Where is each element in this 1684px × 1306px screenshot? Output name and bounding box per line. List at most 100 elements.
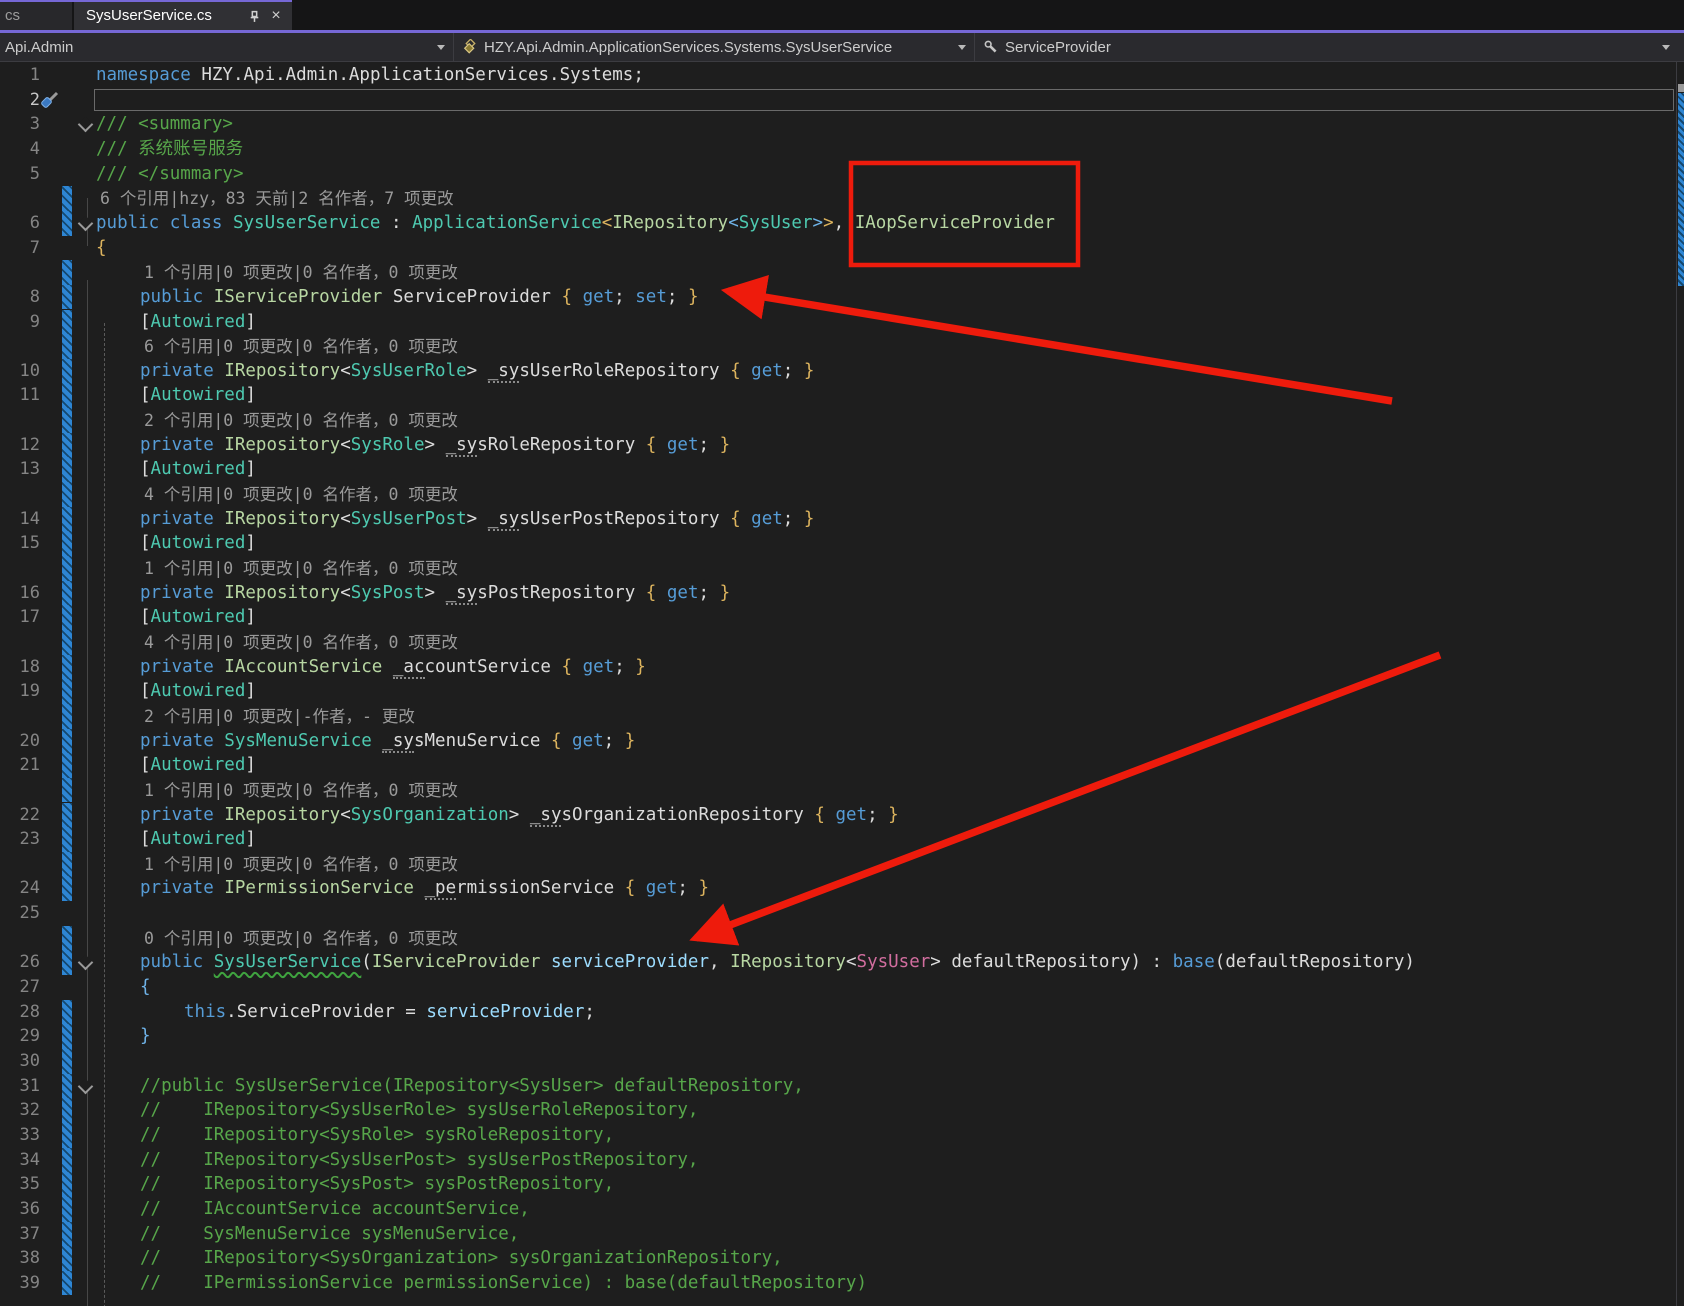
code-editor[interactable]: 1 namespace HZY.Api.Admin.ApplicationServ… [0, 62, 1684, 1306]
line-number[interactable]: 12 [0, 433, 40, 458]
code-line[interactable]: 38 // IRepository<SysOrganization> sysOrg… [0, 1246, 1684, 1271]
line-number[interactable]: 25 [0, 901, 40, 926]
line-number[interactable]: 34 [0, 1148, 40, 1173]
code-line[interactable]: 25 [0, 901, 1684, 926]
line-number[interactable]: 18 [0, 655, 40, 680]
fold-chevron-icon[interactable] [77, 1078, 94, 1094]
fold-chevron-icon[interactable] [77, 117, 94, 133]
line-number[interactable]: 2 [0, 88, 40, 113]
pin-icon[interactable] [246, 8, 262, 24]
code-line[interactable]: 36 // IAccountService accountService, [0, 1196, 1684, 1222]
code-line[interactable]: 23 [Autowired] [0, 827, 1684, 852]
line-number[interactable]: 6 [0, 211, 40, 236]
code-line[interactable]: 9 [Autowired] [0, 309, 1684, 335]
line-number[interactable]: 26 [0, 950, 40, 975]
code-line[interactable]: 12 private IRepository<SysRole> _sysRoleR… [0, 432, 1684, 458]
line-number[interactable]: 4 [0, 137, 40, 162]
tab-overflow-fragment[interactable]: cs [0, 2, 72, 30]
codelens-row[interactable]: 6 个引用|hzy，83 天前|2 名作者，7 项更改 [0, 186, 1684, 211]
fold-chevron-icon[interactable] [77, 955, 94, 971]
code-line[interactable]: 5 /// </summary> [0, 162, 1684, 187]
codelens-row[interactable]: 4 个引用|0 项更改|0 名作者，0 项更改 [0, 482, 1684, 507]
line-number[interactable]: 36 [0, 1197, 40, 1222]
code-line[interactable]: 3 /// <summary> [0, 112, 1684, 137]
code-line[interactable]: 34 // IRepository<SysUserPost> sysUserPos… [0, 1147, 1684, 1173]
line-number[interactable]: 27 [0, 975, 40, 1000]
codelens-row[interactable]: 1 个引用|0 项更改|0 名作者，0 项更改 [0, 556, 1684, 581]
code-line[interactable]: 7{ [0, 236, 1684, 261]
line-number[interactable]: 1 [0, 63, 40, 88]
line-number[interactable]: 8 [0, 285, 40, 310]
code-line[interactable]: 2 [0, 88, 1684, 113]
line-number[interactable]: 24 [0, 876, 40, 901]
line-number[interactable]: 15 [0, 531, 40, 556]
code-line[interactable]: 10 private IRepository<SysUserRole> _sysU… [0, 358, 1684, 384]
line-number[interactable]: 14 [0, 507, 40, 532]
codelens-row[interactable]: 1 个引用|0 项更改|0 名作者，0 项更改 [0, 777, 1684, 803]
code-line[interactable]: 6 public class SysUserService : Applicati… [0, 210, 1684, 236]
line-number[interactable]: 11 [0, 383, 40, 408]
line-number[interactable]: 31 [0, 1074, 40, 1099]
scrollbar-caret-mark[interactable] [1678, 84, 1684, 92]
line-number[interactable]: 10 [0, 359, 40, 384]
breadcrumb-member-dropdown[interactable]: ServiceProvider [975, 33, 1684, 61]
code-line[interactable]: 30 [0, 1049, 1684, 1074]
line-number[interactable]: 17 [0, 605, 40, 630]
line-number[interactable]: 20 [0, 729, 40, 754]
code-line[interactable]: 24 private IPermissionService _permission… [0, 876, 1684, 902]
line-number[interactable]: 22 [0, 803, 40, 828]
fold-chevron-icon[interactable] [77, 215, 94, 232]
code-line[interactable]: 14 private IRepository<SysUserPost> _sysU… [0, 506, 1684, 532]
line-number[interactable]: 7 [0, 236, 40, 261]
codelens-text[interactable]: 1 个引用|0 项更改|0 名作者，0 项更改 [144, 852, 458, 877]
line-number[interactable]: 5 [0, 162, 40, 187]
tab-sysuserservice[interactable]: SysUserService.cs × [74, 2, 292, 30]
code-line[interactable]: 20 private SysMenuService _sysMenuService… [0, 728, 1684, 754]
code-line[interactable]: 35 // IRepository<SysPost> sysPostReposit… [0, 1172, 1684, 1197]
line-number[interactable]: 16 [0, 581, 40, 606]
code-line[interactable]: 13 [Autowired] [0, 457, 1684, 483]
line-number[interactable]: 23 [0, 827, 40, 852]
codelens-row[interactable]: 0 个引用|0 项更改|0 名作者，0 项更改 [0, 925, 1684, 951]
line-number[interactable]: 21 [0, 753, 40, 778]
close-icon[interactable]: × [268, 7, 284, 24]
codelens-text[interactable]: 4 个引用|0 项更改|0 名作者，0 项更改 [144, 482, 458, 507]
codelens-text[interactable]: 1 个引用|0 项更改|0 名作者，0 项更改 [144, 556, 458, 581]
code-line[interactable]: 18 private IAccountService _accountServic… [0, 654, 1684, 680]
code-line[interactable]: 21 [Autowired] [0, 753, 1684, 778]
codelens-text[interactable]: 6 个引用|0 项更改|0 名作者，0 项更改 [144, 334, 458, 359]
line-number[interactable]: 39 [0, 1271, 40, 1296]
line-number[interactable]: 9 [0, 310, 40, 335]
breadcrumb-type-dropdown[interactable]: HZY.Api.Admin.ApplicationServices.System… [454, 33, 974, 61]
code-line[interactable]: 37 // SysMenuService sysMenuService, [0, 1221, 1684, 1247]
code-line[interactable]: 16 private IRepository<SysPost> _sysPostR… [0, 580, 1684, 606]
code-line[interactable]: 19 [Autowired] [0, 679, 1684, 704]
codelens-row[interactable]: 2 个引用|0 项更改|-作者，- 更改 [0, 703, 1684, 729]
code-line[interactable]: 26 public SysUserService(IServiceProvider… [0, 950, 1684, 976]
codelens-text[interactable]: 6 个引用|hzy，83 天前|2 名作者，7 项更改 [100, 186, 454, 211]
code-line[interactable]: 29} [0, 1024, 1684, 1049]
code-line[interactable]: 28 this.ServiceProvider = serviceProvider… [0, 999, 1684, 1025]
codelens-text[interactable]: 0 个引用|0 项更改|0 名作者，0 项更改 [144, 926, 458, 951]
code-line[interactable]: 39 // IPermissionService permissionServic… [0, 1270, 1684, 1296]
line-number[interactable]: 3 [0, 112, 40, 137]
code-line[interactable]: 27 { [0, 975, 1684, 1000]
codelens-row[interactable]: 6 个引用|0 项更改|0 名作者，0 项更改 [0, 334, 1684, 359]
code-line[interactable]: 8 public IServiceProvider ServiceProvider… [0, 284, 1684, 310]
line-number[interactable]: 30 [0, 1049, 40, 1074]
line-number[interactable]: 13 [0, 457, 40, 482]
code-line[interactable]: 22 private IRepository<SysOrganization> _… [0, 802, 1684, 828]
codelens-row[interactable]: 4 个引用|0 项更改|0 名作者，0 项更改 [0, 629, 1684, 655]
codelens-row[interactable]: 1 个引用|0 项更改|0 名作者，0 项更改 [0, 851, 1684, 877]
line-number[interactable]: 29 [0, 1024, 40, 1049]
code-line[interactable]: 15 [Autowired] [0, 531, 1684, 556]
scrollbar-change-marks[interactable] [1678, 93, 1684, 286]
breadcrumb-project-dropdown[interactable]: Api.Admin [0, 33, 453, 61]
line-number[interactable]: 38 [0, 1246, 40, 1271]
codelens-text[interactable]: 2 个引用|0 项更改|0 名作者，0 项更改 [144, 408, 458, 433]
code-line[interactable]: 32 // IRepository<SysUserRole> sysUserRol… [0, 1098, 1684, 1123]
codelens-row[interactable]: 1 个引用|0 项更改|0 名作者，0 项更改 [0, 260, 1684, 285]
code-line[interactable]: 4 /// 系统账号服务 [0, 137, 1684, 162]
code-line[interactable]: 1 namespace HZY.Api.Admin.ApplicationServ… [0, 63, 1684, 88]
codelens-text[interactable]: 4 个引用|0 项更改|0 名作者，0 项更改 [144, 630, 458, 655]
